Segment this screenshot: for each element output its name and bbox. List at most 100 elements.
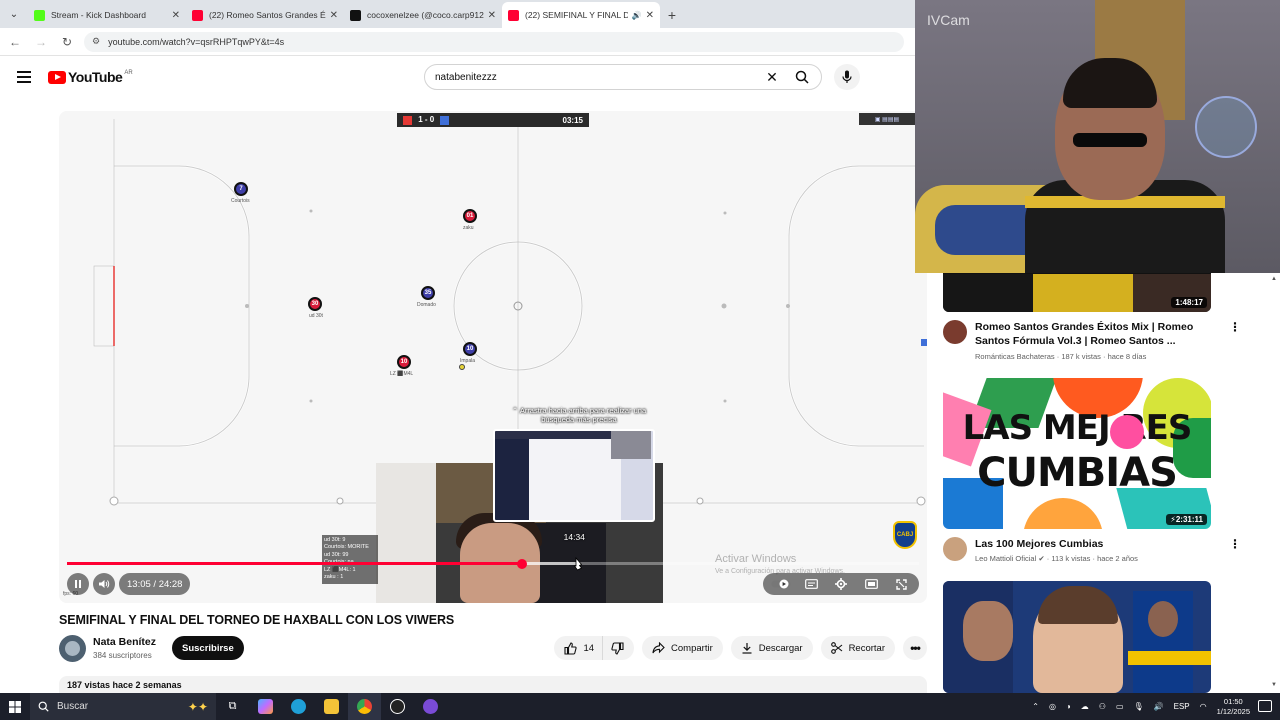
address-bar[interactable]: ⚙ youtube.com/watch?v=qsrRHPTqwPY&t=4s — [84, 31, 904, 52]
video-player[interactable]: 1 - 0 03:15 ▣ ▤▤▤ 7 Courtois 01 zaku 30 … — [59, 111, 927, 603]
time-display: 13:05 / 24:28 — [119, 573, 191, 595]
onedrive-icon[interactable]: ☁ — [1081, 702, 1089, 711]
pause-icon — [75, 580, 81, 588]
tab-romeo-santos[interactable]: (22) Romeo Santos Grandes Éxi ✕ — [186, 2, 344, 28]
channel-name[interactable]: Nata Benítez — [93, 636, 156, 648]
site-info-icon[interactable]: ⚙ — [92, 36, 100, 47]
tray-app-icon[interactable]: ◎ — [1049, 702, 1056, 711]
recommendation-stats: 113 k vistas · hace 2 años — [1051, 554, 1138, 563]
hover-timestamp: 14:34 — [563, 532, 585, 542]
close-icon[interactable]: ✕ — [330, 10, 338, 21]
clock-date: 1/12/2025 — [1216, 706, 1250, 716]
country-code: AR — [124, 69, 133, 76]
youtube-header: YouTube AR natabenitezzz ✕ — [0, 57, 915, 97]
search-input[interactable]: natabenitezzz — [425, 72, 761, 83]
player-name: zaku — [463, 225, 474, 231]
taskbar-search-label: Buscar — [57, 701, 89, 712]
drag-search-hint: ⌃ Arrastra hacia arriba para realizar un… — [511, 406, 647, 424]
language-indicator[interactable]: ESP — [1174, 702, 1190, 711]
display-icon[interactable]: ▭ — [1116, 702, 1124, 711]
search-button[interactable] — [783, 65, 821, 89]
boca-juniors-badge: CABJ — [893, 521, 917, 549]
clear-search-icon[interactable]: ✕ — [761, 69, 783, 86]
channel-avatar[interactable] — [943, 320, 967, 344]
share-button[interactable]: Compartir — [642, 636, 723, 660]
windows-taskbar: Buscar ✦✦ ⧉ ⌃ ◎ ◑ ☁ ⚇ ▭ 🎙 🔊 ESP ◠ 01:50 … — [0, 693, 1280, 720]
tab-kick-dashboard[interactable]: Stream - Kick Dashboard ✕ — [28, 2, 186, 28]
channel-avatar[interactable] — [943, 537, 967, 561]
clock[interactable]: 01:50 1/12/2025 — [1217, 697, 1250, 717]
tab-title: (22) Romeo Santos Grandes Éxi — [209, 10, 326, 20]
back-arrow-icon[interactable]: ← — [4, 31, 26, 53]
video-thumbnail[interactable]: LAS MEJ RES CUMBIAS ⚡2:31:11 — [943, 378, 1211, 529]
fullscreen-button[interactable] — [887, 573, 915, 595]
channel-row: Nata Benítez 384 suscriptores Suscribirs… — [59, 634, 927, 664]
task-view-icon[interactable]: ⧉ — [216, 693, 249, 720]
subscribe-button[interactable]: Suscribirse — [172, 636, 244, 660]
recommendation-channel[interactable]: Leo Mattioli Oficial — [975, 554, 1036, 563]
page-scrollbar[interactable]: ▲ ▼ — [1268, 274, 1280, 690]
haxball-app-icon[interactable] — [414, 693, 447, 720]
tray-app-icon[interactable]: ⚇ — [1099, 702, 1106, 711]
pause-button[interactable] — [67, 573, 89, 595]
windows-start-icon[interactable] — [0, 693, 30, 720]
blue-team-icon — [440, 115, 450, 125]
recommendation-title[interactable]: Romeo Santos Grandes Éxitos Mix | Romeo … — [975, 320, 1205, 348]
left-controls: 13:05 / 24:28 — [67, 573, 191, 595]
recommendation-channel[interactable]: Románticas Bachateras — [975, 352, 1055, 361]
tray-app-icon[interactable]: ◑ — [1066, 702, 1071, 711]
channel-avatar[interactable] — [59, 635, 86, 662]
voice-search-button[interactable] — [834, 64, 860, 90]
speaker-icon[interactable]: 🔊 — [632, 11, 642, 20]
tab-tiktok[interactable]: cocoxenelzee (@coco.carp912) ✕ — [344, 2, 502, 28]
reload-icon[interactable]: ↻ — [56, 31, 78, 53]
thumbs-down-icon — [611, 641, 624, 655]
close-icon[interactable]: ✕ — [488, 10, 496, 21]
autoplay-toggle[interactable] — [767, 573, 795, 595]
share-icon — [652, 642, 665, 654]
youtube-logo[interactable]: YouTube AR — [48, 69, 133, 85]
hamburger-menu-icon[interactable] — [17, 71, 31, 83]
like-button[interactable]: 14 — [554, 636, 604, 660]
edge-icon[interactable] — [282, 693, 315, 720]
share-label: Compartir — [671, 642, 713, 654]
close-icon[interactable]: ✕ — [646, 10, 654, 21]
new-tab-button[interactable]: + — [660, 2, 684, 28]
microphone-icon[interactable]: 🎙 — [1134, 702, 1144, 711]
chevron-up-icon[interactable]: ⌃ — [1032, 702, 1039, 711]
volume-button[interactable] — [93, 573, 115, 595]
dislike-button[interactable] — [603, 636, 635, 660]
close-icon[interactable]: ✕ — [172, 10, 180, 21]
subtitles-button[interactable] — [797, 573, 825, 595]
settings-button[interactable] — [827, 573, 855, 595]
tab-search-chevron-icon[interactable]: ⌄ — [0, 0, 28, 28]
obs-icon[interactable] — [381, 693, 414, 720]
clip-button[interactable]: Recortar — [820, 636, 895, 660]
file-explorer-icon[interactable] — [315, 693, 348, 720]
copilot-icon[interactable] — [249, 693, 282, 720]
clip-label: Recortar — [848, 642, 885, 654]
notifications-icon[interactable] — [1258, 700, 1272, 712]
download-button[interactable]: Descargar — [730, 636, 813, 660]
speaker-icon[interactable]: 🔊 — [1154, 702, 1164, 711]
taskbar-search[interactable]: Buscar ✦✦ — [30, 693, 216, 720]
scrubber-handle[interactable] — [516, 559, 527, 569]
theater-mode-button[interactable] — [857, 573, 885, 595]
right-column: 1:48:17 Romeo Santos Grandes Éxitos Mix … — [915, 0, 1280, 693]
more-vertical-icon[interactable]: ⋮ — [1229, 320, 1241, 334]
video-duration: 1:48:17 — [1171, 297, 1207, 308]
tab-semifinal[interactable]: (22) SEMIFINAL Y FINAL DE 🔊 ✕ — [502, 2, 660, 28]
forward-arrow-icon[interactable]: → — [30, 31, 52, 53]
verified-icon: ✔ — [1038, 554, 1045, 563]
recommendation-meta: Leo Mattioli Oficial ✔ · 113 k vistas · … — [975, 554, 1138, 563]
youtube-icon — [508, 9, 519, 21]
wifi-icon[interactable]: ◠ — [1200, 702, 1207, 711]
seek-preview-thumbnail — [493, 429, 655, 522]
more-vertical-icon[interactable]: ⋮ — [1229, 537, 1241, 551]
progress-bar[interactable] — [67, 559, 919, 569]
video-thumbnail[interactable] — [943, 581, 1211, 693]
chrome-icon[interactable] — [348, 693, 381, 720]
thumbnail-text-line1: LAS MEJ RES — [962, 408, 1193, 448]
recommendation-title[interactable]: Las 100 Mejores Cumbias — [975, 537, 1205, 551]
player-disc: 35 — [421, 286, 435, 300]
